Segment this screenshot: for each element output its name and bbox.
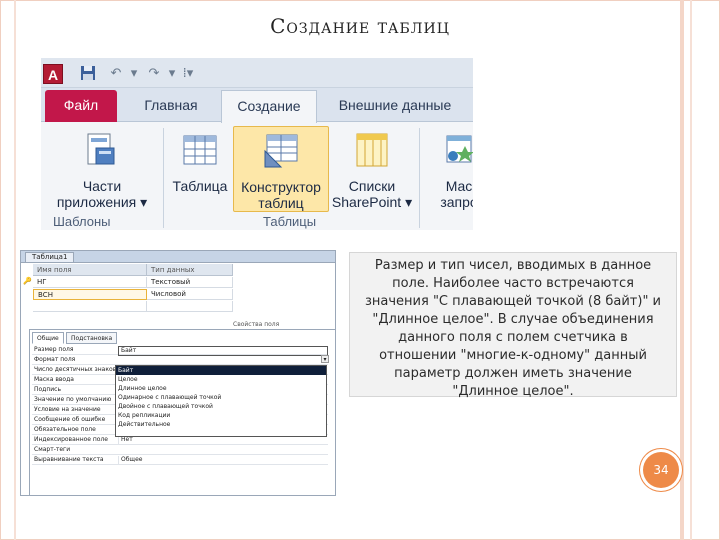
undo-icon[interactable]: ↶ (107, 65, 125, 83)
property-name: Условие на значение (34, 406, 101, 413)
undo-dropdown-icon[interactable]: ▾ (125, 65, 143, 83)
primary-key-icon: 🔑 (23, 277, 32, 285)
dropdown-arrow-icon[interactable]: ▾ (321, 355, 329, 363)
property-name: Смарт-теги (34, 446, 71, 453)
tab-home[interactable]: Главная (127, 90, 215, 122)
redo-icon[interactable]: ↷ (145, 65, 163, 83)
table-design-view: Таблица1 Имя поля Тип данных 🔑 НГ Тексто… (20, 250, 336, 496)
customize-toolbar-icon[interactable]: ⁞▾ (179, 65, 197, 83)
field-size-dropdown[interactable]: Байт Целое Длинное целое Одинарное с плаваю… (115, 365, 327, 437)
dropdown-option[interactable]: Байт (116, 366, 326, 375)
table-label: Таблица (172, 178, 228, 194)
property-name: Подпись (34, 386, 61, 393)
property-name: Обязательное поле (34, 426, 96, 433)
sharepoint-lists-button[interactable]: Списки SharePoint ▾ (331, 126, 413, 212)
query-wizard-icon (446, 135, 473, 163)
table-button[interactable]: Таблица (169, 126, 231, 212)
sharepoint-lists-label-2: SharePoint ▾ (331, 194, 413, 210)
quick-access-toolbar: A ↶ ▾ ↷ ▾ ⁞▾ (41, 58, 473, 88)
property-name: Сообщение об ошибке (34, 416, 106, 423)
app-parts-button[interactable]: Части приложения ▾ (47, 126, 157, 212)
field-name-cell[interactable]: НГ (33, 277, 147, 288)
field-name-cell[interactable]: ВСН (33, 289, 147, 300)
sharepoint-list-icon (356, 133, 388, 167)
data-type-header: Тип данных (147, 264, 233, 276)
property-value[interactable]: Нет (118, 436, 328, 444)
field-name-cell-empty[interactable] (33, 301, 147, 312)
tab-create[interactable]: Создание (221, 90, 317, 123)
query-wizard-label-1: Мас (445, 178, 473, 194)
property-value[interactable]: Байт (118, 346, 328, 356)
slide-title: Создание таблиц (270, 14, 450, 38)
ribbon-tabs: Файл Главная Создание Внешние данные (41, 88, 473, 123)
group-templates-label: Шаблоны (53, 214, 111, 229)
tab-general[interactable]: Общие (32, 332, 64, 344)
dropdown-option[interactable]: Двойное с плавающей точкой (116, 402, 326, 411)
property-row[interactable]: Индексированное поле Нет (32, 436, 328, 445)
tab-file[interactable]: Файл (45, 90, 117, 122)
data-type-cell[interactable]: Текстовый (147, 277, 233, 288)
query-wizard-button[interactable]: Мас запро (429, 126, 473, 212)
field-name-header: Имя поля (33, 264, 147, 276)
design-tab-name[interactable]: Таблица1 (25, 252, 75, 263)
frame-line-right-thin (690, 0, 692, 540)
table-design-icon (264, 134, 298, 168)
property-row[interactable]: Смарт-теги (32, 446, 328, 455)
table-design-label-2: таблиц (258, 195, 304, 211)
access-logo-icon: A (43, 64, 63, 84)
property-name: Формат поля (34, 356, 76, 363)
property-row[interactable]: Формат поля (32, 356, 328, 365)
help-text-box: Размер и тип чисел, вводимых в данное по… (349, 252, 677, 399)
tab-external-data[interactable]: Внешние данные (327, 90, 463, 122)
save-icon[interactable] (79, 65, 97, 83)
property-row[interactable]: Выравнивание текста Общее (32, 456, 328, 465)
property-name: Размер поля (34, 346, 74, 353)
data-type-cell-empty[interactable] (147, 301, 233, 312)
frame-line-right (680, 0, 684, 540)
sharepoint-lists-label-1: Списки (348, 178, 396, 194)
data-type-cell[interactable]: Числовой (147, 289, 233, 300)
dropdown-option[interactable]: Действительное (116, 420, 326, 429)
ribbon-body: Части приложения ▾ Шаблоны Таблица Конст… (41, 122, 473, 230)
page-number: 34 (643, 452, 679, 488)
design-title-bar: Таблица1 (21, 251, 335, 263)
property-name: Индексированное поле (34, 436, 109, 443)
property-name: Значение по умолчанию (34, 396, 112, 403)
field-properties-caption: Свойства поля (233, 321, 280, 328)
property-row[interactable]: Размер поля Байт (32, 346, 328, 356)
group-separator (163, 128, 164, 228)
table-icon (183, 135, 217, 165)
table-design-label-1: Конструктор (241, 179, 321, 195)
app-parts-icon (87, 133, 115, 165)
property-name: Число десятичных знаков (34, 366, 116, 373)
dropdown-option[interactable]: Одинарное с плавающей точкой (116, 393, 326, 402)
group-tables-label: Таблицы (263, 214, 317, 229)
group-separator (419, 128, 420, 228)
query-wizard-label-2: запро (440, 194, 473, 210)
dropdown-option[interactable]: Код репликации (116, 411, 326, 420)
ribbon-screenshot: A ↶ ▾ ↷ ▾ ⁞▾ Файл Главная Создание Внешн… (41, 58, 473, 230)
frame-line-left (14, 0, 16, 540)
app-parts-label-1: Части (82, 178, 122, 194)
property-value[interactable]: Общее (118, 456, 328, 464)
app-parts-label-2: приложения ▾ (56, 194, 148, 210)
property-name: Маска ввода (34, 376, 74, 383)
property-name: Выравнивание текста (34, 456, 104, 463)
dropdown-option[interactable]: Длинное целое (116, 384, 326, 393)
dropdown-option[interactable]: Целое (116, 375, 326, 384)
tab-lookup[interactable]: Подстановка (66, 332, 118, 344)
table-design-button[interactable]: Конструктор таблиц (233, 126, 329, 212)
